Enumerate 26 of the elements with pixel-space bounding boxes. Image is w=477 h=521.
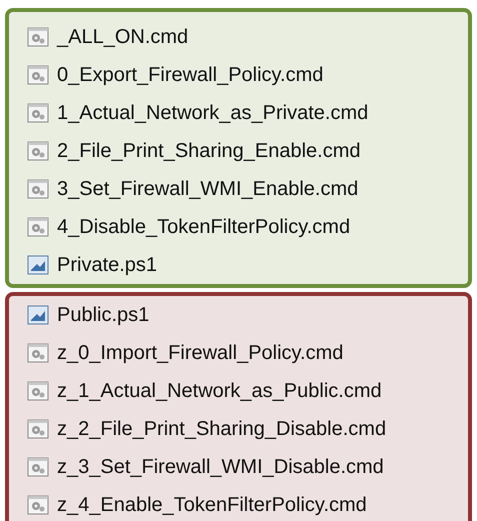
gear-file-icon [27,179,49,199]
gear-file-icon [27,419,49,439]
file-name[interactable]: 3_Set_Firewall_WMI_Enable.cmd [57,178,358,200]
gear-file-icon [27,141,49,161]
file-name[interactable]: 2_File_Print_Sharing_Enable.cmd [57,140,361,162]
gear-file-icon [27,27,49,47]
gear-file-icon [27,495,49,515]
file-name[interactable]: _ALL_ON.cmd [57,26,188,48]
gear-file-icon [27,217,49,237]
gear-file-icon [27,65,49,85]
file-name[interactable]: 1_Actual_Network_as_Private.cmd [57,102,368,124]
file-name[interactable]: 0_Export_Firewall_Policy.cmd [57,64,324,86]
gear-file-icon [27,103,49,123]
file-name[interactable]: 4_Disable_TokenFilterPolicy.cmd [57,216,350,238]
file-name[interactable]: z_1_Actual_Network_as_Public.cmd [57,380,382,402]
gear-file-icon [27,343,49,363]
file-name[interactable]: Private.ps1 [57,254,158,276]
file-name[interactable]: z_2_File_Print_Sharing_Disable.cmd [57,418,386,440]
script-file-icon [27,255,49,275]
gear-file-icon [27,457,49,477]
file-name[interactable]: z_0_Import_Firewall_Policy.cmd [57,342,344,364]
file-name[interactable]: Public.ps1 [57,304,150,326]
file-name[interactable]: z_3_Set_Firewall_WMI_Disable.cmd [57,456,384,478]
gear-file-icon [27,381,49,401]
file-name[interactable]: z_4_Enable_TokenFilterPolicy.cmd [57,494,367,516]
script-file-icon [27,305,49,325]
